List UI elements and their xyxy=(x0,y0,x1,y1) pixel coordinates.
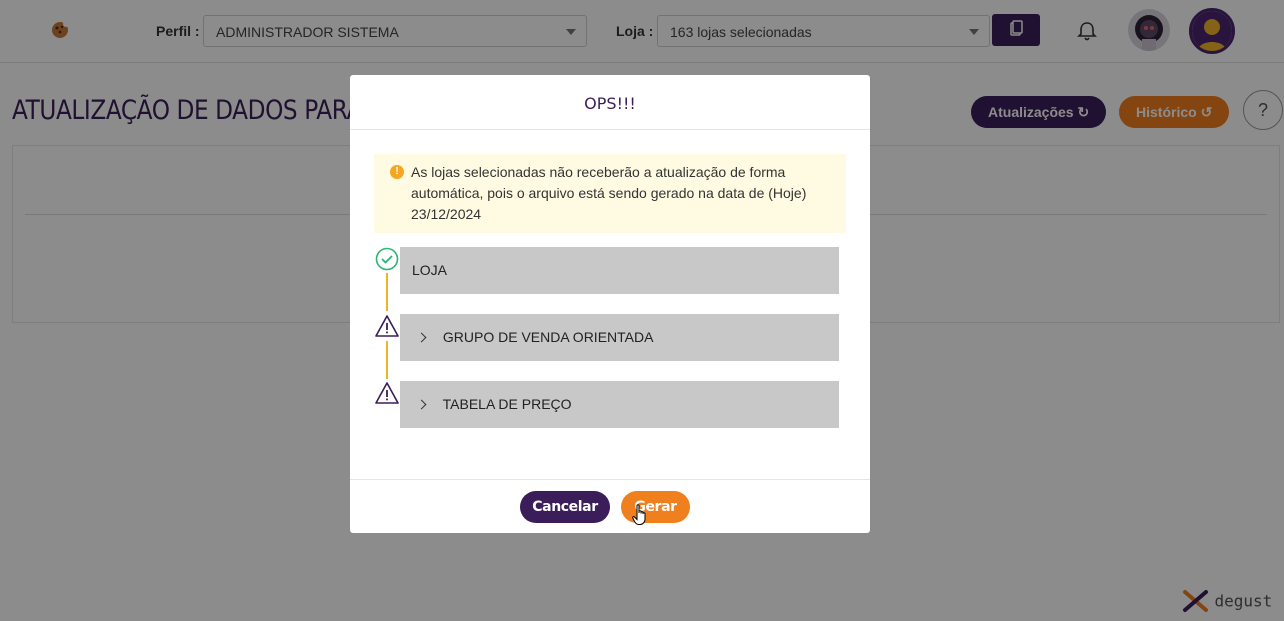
dialog-footer: Cancelar Gerar xyxy=(350,479,870,533)
alert-text: As lojas selecionadas não receberão a at… xyxy=(411,164,807,222)
step-tabela-de-preco[interactable]: TABELA DE PREÇO xyxy=(400,381,839,428)
step-label: GRUPO DE VENDA ORIENTADA xyxy=(442,329,654,345)
warning-alert: ! As lojas selecionadas não receberão a … xyxy=(374,154,846,233)
chevron-right-icon xyxy=(416,399,427,410)
exclamation-circle-icon: ! xyxy=(390,165,404,179)
warning-triangle-icon xyxy=(375,382,399,404)
dialog-title: OPS!!! xyxy=(584,94,636,113)
step-grupo-venda-orientada[interactable]: GRUPO DE VENDA ORIENTADA xyxy=(400,314,839,361)
step-connector xyxy=(386,273,388,311)
step-label: TABELA DE PREÇO xyxy=(442,396,572,412)
chevron-right-icon xyxy=(416,332,427,343)
warning-triangle-icon xyxy=(375,315,399,337)
hand-cursor-icon xyxy=(632,504,646,525)
check-circle-icon xyxy=(375,247,399,271)
cancel-button[interactable]: Cancelar xyxy=(520,491,610,523)
warning-dialog: OPS!!! ! As lojas selecionadas não receb… xyxy=(350,75,870,533)
step-loja: LOJA xyxy=(400,247,839,294)
step-connector xyxy=(386,341,388,379)
step-label: LOJA xyxy=(412,262,448,278)
dialog-header: OPS!!! xyxy=(350,75,870,130)
